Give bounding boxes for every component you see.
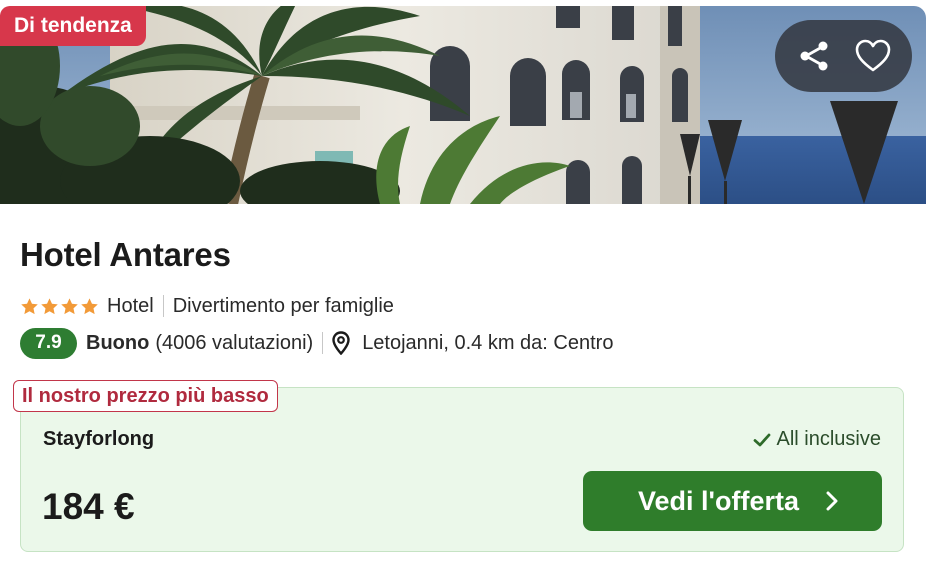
lowest-price-tag: Il nostro prezzo più basso: [13, 380, 278, 412]
offer-provider: Stayforlong: [43, 428, 155, 450]
hotel-location[interactable]: Letojanni, 0.4 km da: Centro: [362, 332, 613, 355]
star-rating: [20, 297, 99, 316]
view-offer-label: Vedi l'offerta: [638, 485, 799, 516]
board-type: All inclusive: [753, 428, 881, 451]
hotel-card: Di tendenza Hotel Antares Hotel Divertim…: [0, 0, 926, 566]
heart-icon: [855, 39, 891, 72]
star-icon: [41, 297, 58, 314]
divider: [162, 295, 164, 317]
divider: [322, 332, 324, 354]
favorite-button[interactable]: [851, 34, 895, 78]
star-icon: [81, 297, 98, 314]
view-offer-button[interactable]: Vedi l'offerta: [583, 471, 882, 531]
chevron-right-icon: [825, 490, 839, 512]
rating-row: 7.9 Buono (4006 valutazioni) Letojanni, …: [20, 327, 613, 359]
offer-price: 184 €: [42, 486, 135, 527]
board-label: All inclusive: [776, 428, 881, 450]
rating-label: Buono: [86, 331, 150, 354]
share-icon: [800, 41, 828, 71]
share-button[interactable]: [792, 34, 836, 78]
check-icon: [753, 433, 770, 446]
hotel-category: Divertimento per famiglie: [172, 294, 394, 317]
star-icon: [21, 297, 38, 314]
hotel-name[interactable]: Hotel Antares: [20, 236, 231, 274]
review-count[interactable]: (4006 valutazioni): [155, 332, 313, 355]
hotel-meta: Hotel Divertimento per famiglie: [20, 292, 394, 320]
rating-score-badge[interactable]: 7.9: [20, 327, 77, 359]
trending-badge: Di tendenza: [0, 6, 146, 46]
star-icon: [61, 297, 78, 314]
map-pin-icon: [332, 331, 350, 355]
hotel-type: Hotel: [107, 294, 154, 317]
action-pill: [775, 20, 912, 92]
